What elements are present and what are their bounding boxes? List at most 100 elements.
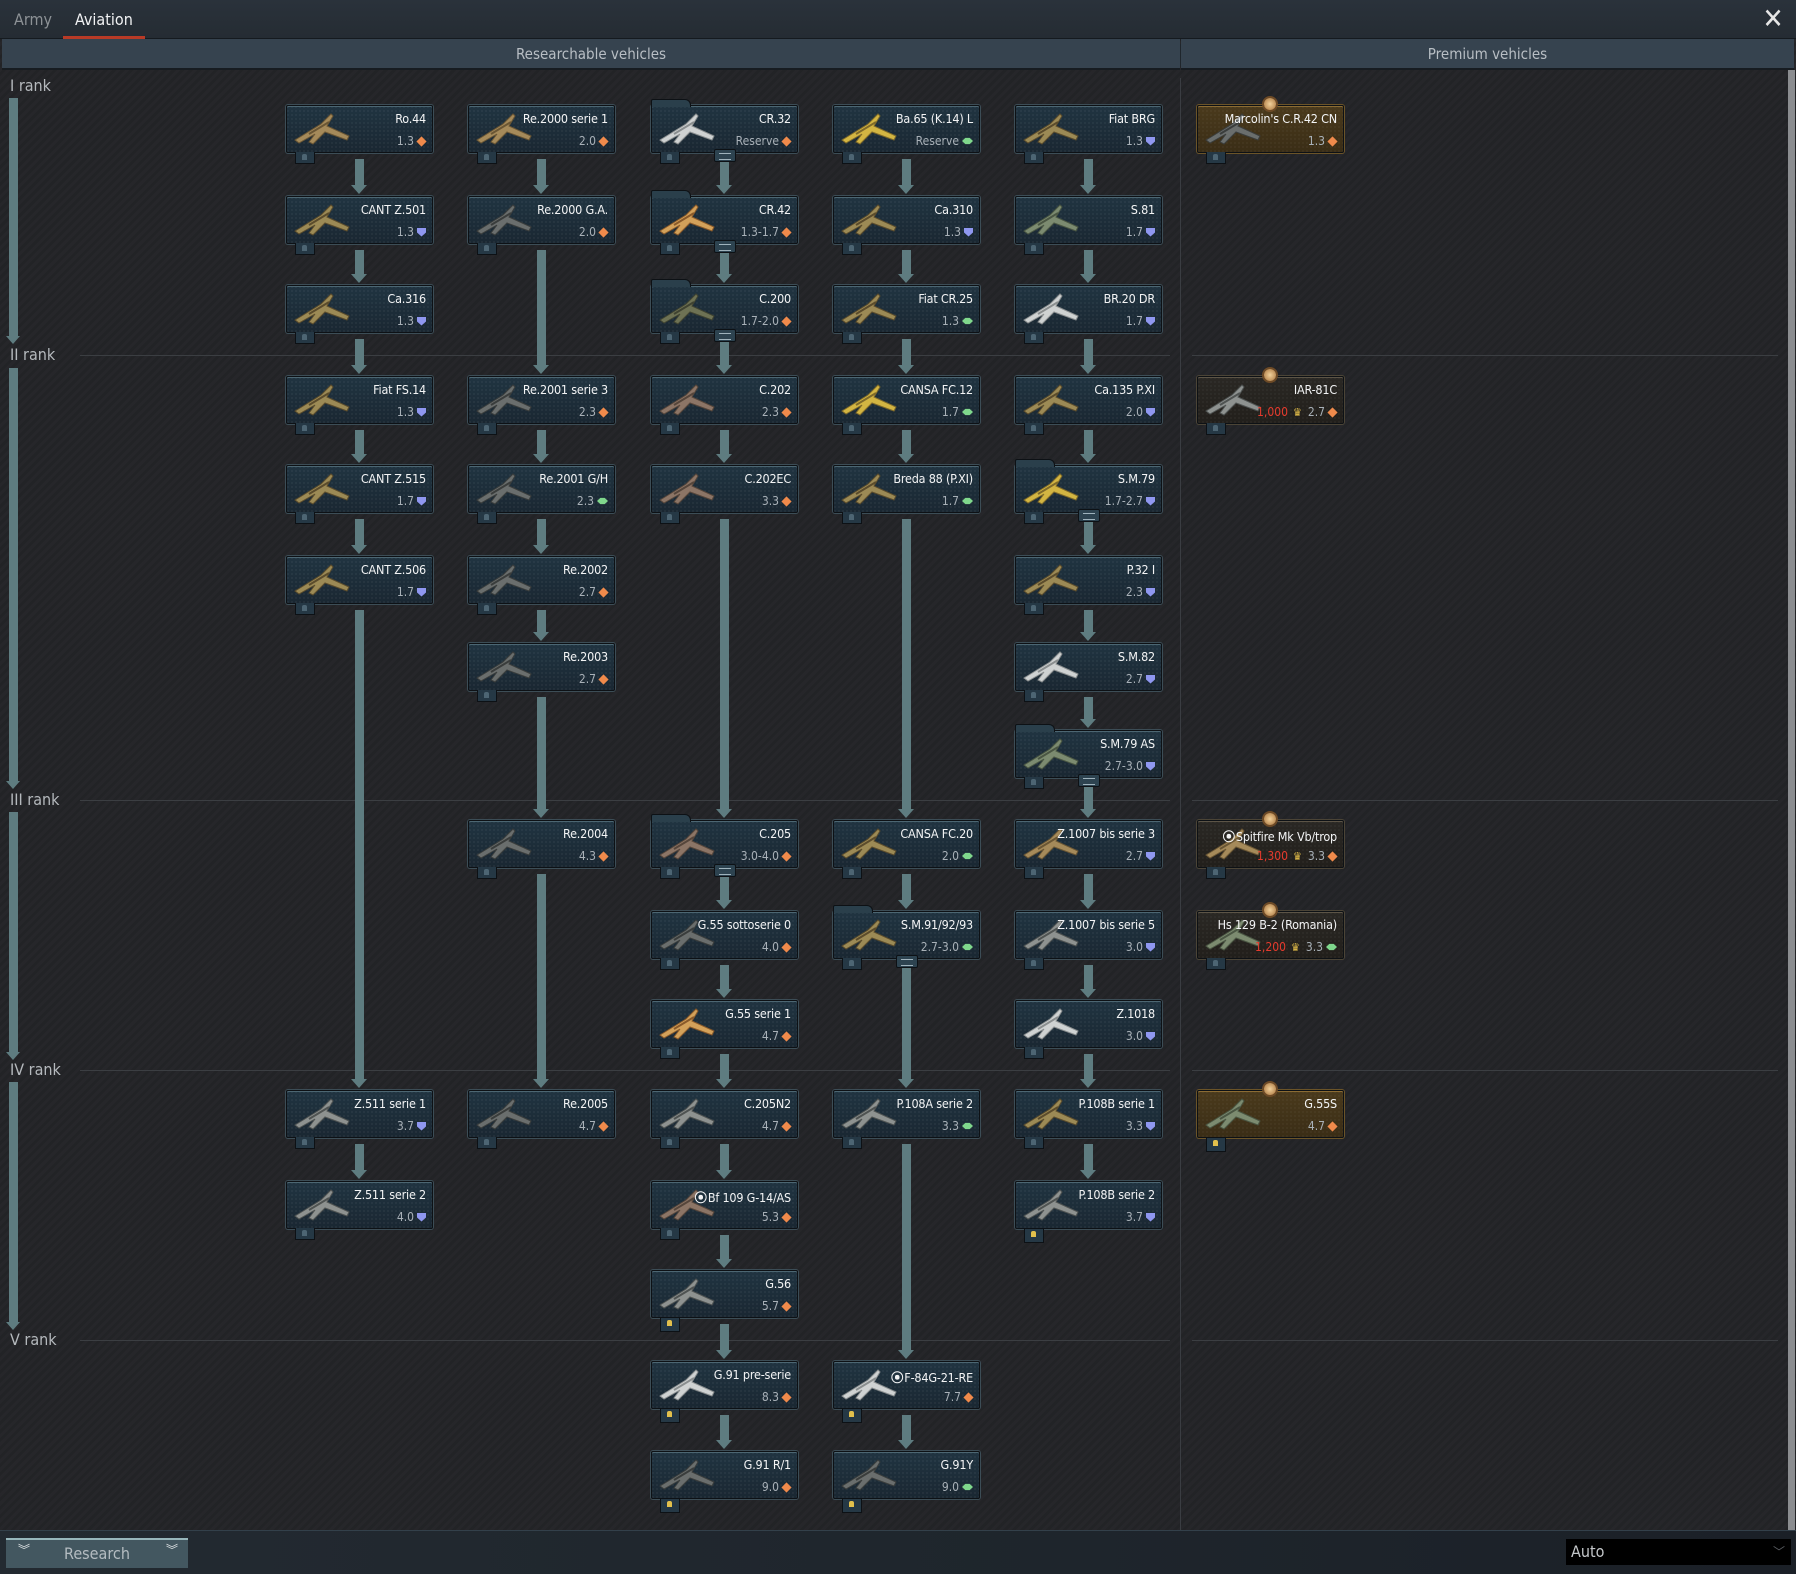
research-button[interactable]: ︾ Research ︾ (6, 1538, 188, 1568)
crew-slot-icon[interactable] (842, 152, 862, 164)
crew-slot-icon[interactable] (842, 958, 862, 970)
crew-slot-icon[interactable] (1024, 243, 1044, 255)
crew-slot-icon[interactable] (477, 1137, 497, 1149)
vehicle-card-marcolin[interactable]: Marcolin's C.R.42 CN 1.3 (1197, 98, 1344, 164)
crew-slot-icon[interactable] (477, 423, 497, 435)
vehicle-card-re2002[interactable]: Re.2002 2.7 (468, 556, 615, 615)
crew-slot-icon[interactable] (1024, 867, 1044, 879)
crew-slot-icon[interactable] (477, 512, 497, 524)
crew-slot-icon[interactable] (1206, 1138, 1226, 1152)
vehicle-card-sm82[interactable]: S.M.82 2.7 (1015, 643, 1162, 702)
vehicle-card-z1018[interactable]: Z.1018 3.0 (1015, 1000, 1162, 1059)
crew-slot-icon[interactable] (842, 512, 862, 524)
vehicle-card-cansafc20[interactable]: CANSA FC.20 2.0 (833, 820, 980, 879)
vehicle-card-cantz501[interactable]: CANT Z.501 1.3 (286, 196, 433, 255)
crew-slot-icon[interactable] (842, 332, 862, 344)
crew-slot-icon[interactable] (660, 1228, 680, 1240)
crew-slot-icon[interactable] (842, 243, 862, 255)
vehicle-card-c202[interactable]: C.202 2.3 (651, 376, 798, 435)
crew-slot-icon[interactable] (1024, 423, 1044, 435)
crew-slot-icon[interactable] (660, 243, 680, 255)
vehicle-card-hs129b2[interactable]: Hs 129 B-2 (Romania) 1,200 ♛ 3.3 (1197, 904, 1344, 970)
crew-slot-icon[interactable] (1024, 958, 1044, 970)
vehicle-card-iar81c[interactable]: IAR-81C 1,000 ♛ 2.7 (1197, 369, 1344, 435)
vehicle-card-bf109g14as[interactable]: ⦿Bf 109 G-14/AS 5.3 (651, 1181, 798, 1240)
crew-slot-icon[interactable] (660, 423, 680, 435)
crew-slot-icon[interactable] (1206, 152, 1226, 164)
crew-slot-icon[interactable] (660, 1318, 680, 1332)
crew-slot-icon[interactable] (1206, 423, 1226, 435)
crew-slot-icon[interactable] (295, 423, 315, 435)
vehicle-card-z511s1[interactable]: Z.511 serie 1 3.7 (286, 1090, 433, 1149)
vehicle-card-breda88[interactable]: Breda 88 (P.XI) 1.7 (833, 465, 980, 524)
crew-slot-icon[interactable] (477, 152, 497, 164)
vehicle-card-c205[interactable]: C.205 3.0-4.0 (651, 814, 798, 879)
vehicle-card-spitfirevb[interactable]: ⦿Spitfire Mk Vb/trop 1,300 ♛ 3.3 (1197, 813, 1344, 879)
vehicle-card-s81[interactable]: S.81 1.7 (1015, 196, 1162, 255)
vehicle-card-g55s1[interactable]: G.55 serie 1 4.7 (651, 1000, 798, 1059)
close-icon[interactable]: ✕ (1760, 5, 1786, 33)
vehicle-card-p108bs2[interactable]: P.108B serie 2 3.7 (1015, 1181, 1162, 1243)
vehicle-card-re2004[interactable]: Re.2004 4.3 (468, 820, 615, 879)
vehicle-card-c205n2[interactable]: C.205N2 4.7 (651, 1090, 798, 1149)
group-expand-icon[interactable] (714, 329, 736, 342)
vehicle-card-g91r1[interactable]: G.91 R/1 9.0 (651, 1451, 798, 1513)
crew-slot-icon[interactable] (842, 1499, 862, 1513)
crew-slot-icon[interactable] (477, 603, 497, 615)
crew-slot-icon[interactable] (660, 332, 680, 344)
crew-slot-icon[interactable] (295, 152, 315, 164)
vehicle-card-p108as2[interactable]: P.108A serie 2 3.3 (833, 1090, 980, 1149)
crew-slot-icon[interactable] (477, 690, 497, 702)
vehicle-card-ba65[interactable]: Ba.65 (K.14) L Reserve (833, 105, 980, 164)
vehicle-card-fiatcr25[interactable]: Fiat CR.25 1.3 (833, 285, 980, 344)
vehicle-card-f84g[interactable]: ⦿F-84G-21-RE 7.7 (833, 1361, 980, 1423)
crew-slot-icon[interactable] (295, 243, 315, 255)
crew-slot-icon[interactable] (1024, 152, 1044, 164)
vehicle-card-re2000ga[interactable]: Re.2000 G.A. 2.0 (468, 196, 615, 255)
crew-slot-icon[interactable] (660, 867, 680, 879)
crew-slot-icon[interactable] (660, 152, 680, 164)
vertical-scrollbar[interactable] (1788, 70, 1795, 1530)
crew-slot-icon[interactable] (842, 1409, 862, 1423)
vehicle-card-c200[interactable]: C.200 1.7-2.0 (651, 279, 798, 344)
vehicle-card-p108bs1[interactable]: P.108B serie 1 3.3 (1015, 1090, 1162, 1149)
crew-slot-icon[interactable] (1024, 1229, 1044, 1243)
crew-slot-icon[interactable] (1024, 777, 1044, 789)
crew-slot-icon[interactable] (660, 1409, 680, 1423)
tab-army[interactable]: Army (14, 0, 52, 38)
group-expand-icon[interactable] (714, 240, 736, 253)
group-expand-icon[interactable] (714, 149, 736, 162)
group-expand-icon[interactable] (896, 955, 918, 968)
vehicle-card-sm919293[interactable]: S.M.91/92/93 2.7-3.0 (833, 905, 980, 970)
mode-select[interactable]: Auto ﹀ (1566, 1539, 1791, 1565)
crew-slot-icon[interactable] (660, 512, 680, 524)
vehicle-card-ca135[interactable]: Ca.135 P.XI 2.0 (1015, 376, 1162, 435)
vehicle-card-br20dr[interactable]: BR.20 DR 1.7 (1015, 285, 1162, 344)
crew-slot-icon[interactable] (842, 423, 862, 435)
vehicle-card-re2001s3[interactable]: Re.2001 serie 3 2.3 (468, 376, 615, 435)
crew-slot-icon[interactable] (842, 1137, 862, 1149)
vehicle-card-ro44[interactable]: Ro.44 1.3 (286, 105, 433, 164)
crew-slot-icon[interactable] (477, 867, 497, 879)
crew-slot-icon[interactable] (660, 958, 680, 970)
vehicle-card-re2005[interactable]: Re.2005 4.7 (468, 1090, 615, 1149)
crew-slot-icon[interactable] (660, 1047, 680, 1059)
crew-slot-icon[interactable] (1206, 958, 1226, 970)
vehicle-card-ca316[interactable]: Ca.316 1.3 (286, 285, 433, 344)
crew-slot-icon[interactable] (477, 243, 497, 255)
crew-slot-icon[interactable] (295, 512, 315, 524)
crew-slot-icon[interactable] (295, 1228, 315, 1240)
vehicle-card-sm79[interactable]: S.M.79 1.7-2.7 (1015, 459, 1162, 524)
crew-slot-icon[interactable] (1024, 1137, 1044, 1149)
vehicle-card-z511s2[interactable]: Z.511 serie 2 4.0 (286, 1181, 433, 1240)
crew-slot-icon[interactable] (1024, 690, 1044, 702)
crew-slot-icon[interactable] (1024, 332, 1044, 344)
crew-slot-icon[interactable] (660, 1137, 680, 1149)
vehicle-card-sm79as[interactable]: S.M.79 AS 2.7-3.0 (1015, 724, 1162, 789)
crew-slot-icon[interactable] (295, 1137, 315, 1149)
group-expand-icon[interactable] (1078, 509, 1100, 522)
vehicle-card-c202ec[interactable]: C.202EC 3.3 (651, 465, 798, 524)
vehicle-card-ca310[interactable]: Ca.310 1.3 (833, 196, 980, 255)
vehicle-card-fiatfs14[interactable]: Fiat FS.14 1.3 (286, 376, 433, 435)
vehicle-card-cansafc12[interactable]: CANSA FC.12 1.7 (833, 376, 980, 435)
